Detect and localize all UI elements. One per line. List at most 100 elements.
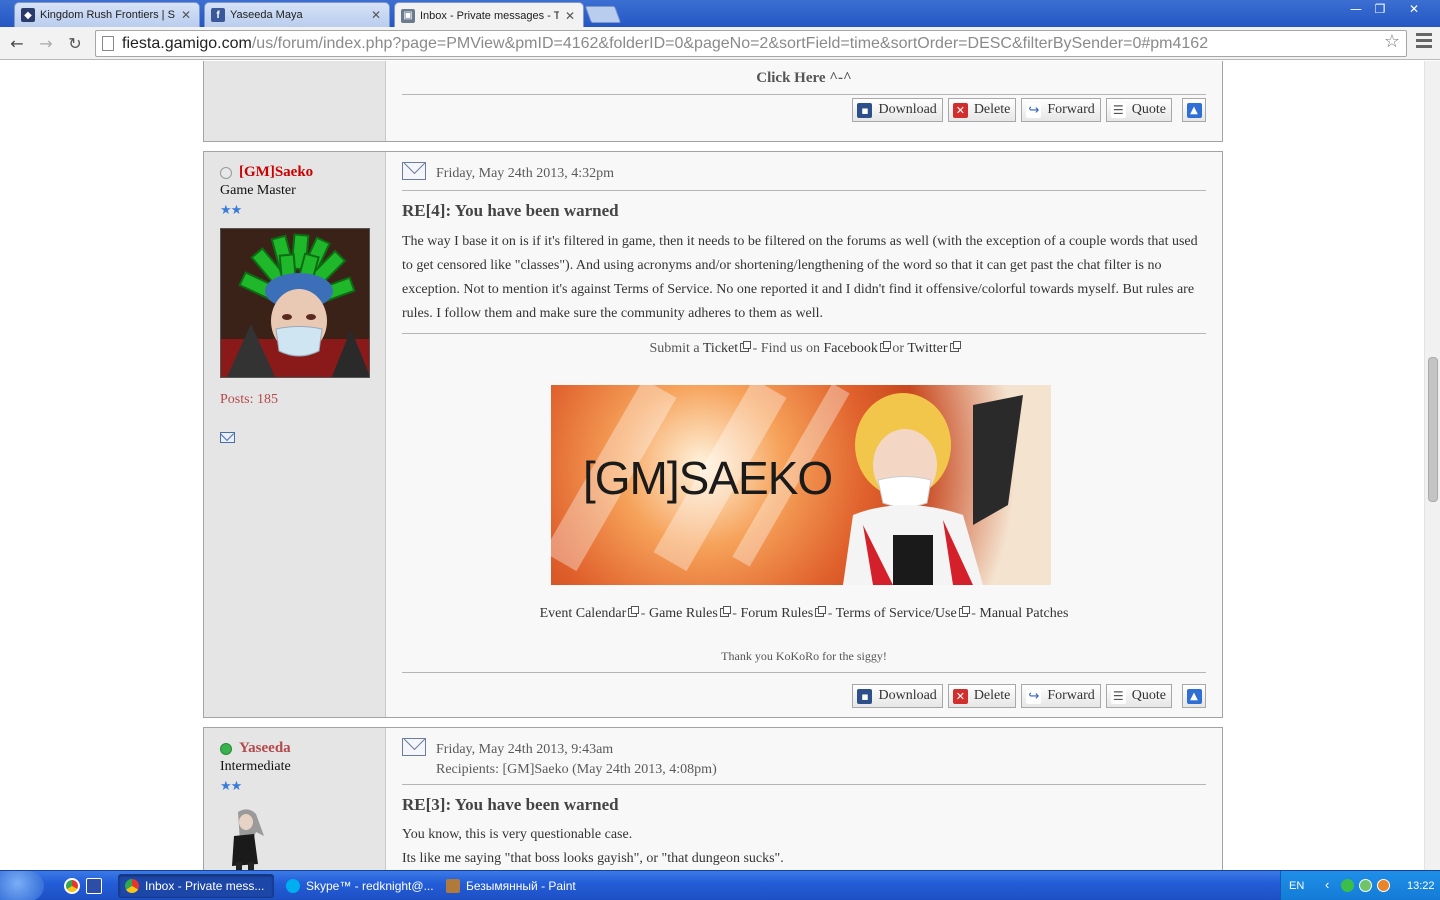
- taskbar-item-chrome[interactable]: Inbox - Private mess...: [118, 874, 274, 898]
- reload-icon[interactable]: ↻: [64, 32, 86, 54]
- send-message-button[interactable]: [220, 430, 369, 448]
- rank-stars-icon: ★★: [220, 203, 242, 218]
- scroll-top-button[interactable]: ▲: [1182, 684, 1206, 708]
- tray-network-icon[interactable]: [1359, 879, 1372, 892]
- close-window-icon[interactable]: ✕: [1402, 0, 1426, 18]
- windows-taskbar: Inbox - Private mess... Skype™ - redknig…: [0, 870, 1440, 900]
- author-rank: Game Master: [220, 183, 296, 198]
- arrow-up-icon: ▲: [1186, 102, 1202, 118]
- post-yaseeda: Yaseeda Intermediate ★★ Friday, May 24th…: [203, 727, 1223, 870]
- terms-of-service-link[interactable]: Terms of Service/Use: [836, 606, 957, 621]
- avatar: [220, 806, 270, 870]
- chrome-icon: [125, 879, 139, 893]
- tab-kingdom-rush[interactable]: ◆ Kingdom Rush Frontiers | Str ✕: [14, 2, 200, 27]
- forum-icon: ▣: [401, 8, 415, 23]
- post-sidebar: [GM]Saeko Game Master ★★ Posts: 185: [204, 152, 386, 717]
- message-envelope-icon: [402, 162, 426, 180]
- download-button[interactable]: ▪ Download: [852, 684, 943, 708]
- tab-title: Yaseeda Maya: [230, 9, 303, 21]
- post-sidebar: [204, 61, 386, 141]
- page-scrollbar[interactable]: [1424, 61, 1440, 870]
- menu-icon[interactable]: [1416, 33, 1432, 51]
- signature-divider: [402, 333, 1206, 334]
- ticket-link[interactable]: Ticket: [703, 341, 738, 356]
- click-here-link[interactable]: Click Here ^-^: [402, 61, 1206, 87]
- external-link-icon: [958, 606, 970, 617]
- close-icon[interactable]: ✕: [563, 9, 577, 23]
- taskbar-item-skype[interactable]: Skype™ - redknight@...: [280, 874, 436, 898]
- game-rules-link[interactable]: Game Rules: [649, 606, 718, 621]
- forward-button[interactable]: ↪ Forward: [1021, 684, 1101, 708]
- start-button[interactable]: [0, 871, 44, 900]
- system-tray: EN ‹ 13:22: [1280, 871, 1440, 900]
- delete-label: Delete: [973, 688, 1011, 703]
- post-subject: RE[4]: You have been warned: [402, 201, 619, 220]
- restore-icon[interactable]: ❐: [1368, 0, 1392, 18]
- desktop-quicklaunch-icon[interactable]: [86, 878, 102, 894]
- signature-links: Event Calendar - Game Rules - Forum Rule…: [539, 606, 1069, 621]
- avatar-image: [232, 809, 264, 870]
- external-link-icon: [628, 606, 640, 617]
- quote-button[interactable]: ☰ Quote: [1105, 98, 1172, 122]
- post-recipients: Recipients: [GM]Saeko (May 24th 2013, 4:…: [436, 762, 717, 777]
- avatar-image: [221, 229, 369, 377]
- tray-status-icon[interactable]: [1341, 879, 1354, 892]
- close-icon[interactable]: ✕: [179, 8, 193, 22]
- twitter-link[interactable]: Twitter: [907, 341, 947, 356]
- arrow-up-icon: ▲: [1186, 688, 1202, 704]
- tray-app-icon[interactable]: [1377, 879, 1390, 892]
- post-content: Click Here ^-^ ▪ Download ✕ Delete ↪ Forwar…: [386, 61, 1222, 141]
- back-icon[interactable]: ←: [6, 32, 28, 54]
- chevron-left-icon[interactable]: ‹: [1325, 877, 1329, 892]
- author-name-text: [GM]Saeko: [239, 164, 314, 180]
- forward-label: Forward: [1047, 102, 1095, 117]
- post-date: Friday, May 24th 2013, 9:43am: [436, 742, 614, 757]
- divider: [402, 784, 1206, 785]
- quote-button[interactable]: ☰ Quote: [1105, 684, 1172, 708]
- author-name[interactable]: Yaseeda: [220, 740, 369, 757]
- save-icon: ▪: [857, 688, 873, 704]
- post-actions: ▪ Download ✕ Delete ↪ Forward ☰ Quote ▲: [852, 98, 1206, 122]
- address-bar[interactable]: fiesta.gamigo.com /us/forum/index.php?pa…: [95, 30, 1407, 57]
- language-indicator[interactable]: EN: [1289, 880, 1304, 892]
- scroll-top-button[interactable]: ▲: [1182, 98, 1206, 122]
- minimize-icon[interactable]: —: [1344, 0, 1368, 18]
- post-previous: Click Here ^-^ ▪ Download ✕ Delete ↪ Forwar…: [203, 61, 1223, 142]
- download-label: Download: [878, 688, 937, 703]
- find-us-text: - Find us on: [749, 341, 824, 356]
- new-tab-button[interactable]: [584, 6, 622, 23]
- post-subject: RE[3]: You have been warned: [402, 795, 619, 814]
- event-calendar-link[interactable]: Event Calendar: [540, 606, 627, 621]
- banner-character: [843, 393, 1023, 585]
- divider: [402, 672, 1206, 673]
- message-envelope-icon: [402, 738, 426, 756]
- envelope-icon: [220, 432, 235, 443]
- taskbar-item-label: Inbox - Private mess...: [145, 879, 265, 893]
- avatar: [220, 228, 370, 378]
- post-content: Friday, May 24th 2013, 9:43am Recipients…: [386, 728, 1222, 870]
- forward-nav-icon[interactable]: →: [35, 32, 57, 54]
- scrollbar-thumb[interactable]: [1428, 357, 1438, 502]
- delete-button[interactable]: ✕ Delete: [947, 684, 1017, 708]
- forward-button[interactable]: ↪ Forward: [1021, 98, 1101, 122]
- taskbar-item-paint[interactable]: Безымянный - Paint: [440, 874, 596, 898]
- delete-button[interactable]: ✕ Delete: [947, 98, 1017, 122]
- forward-arrow-icon: ↪: [1026, 102, 1042, 118]
- download-button[interactable]: ▪ Download: [852, 98, 943, 122]
- bookmark-star-icon[interactable]: ☆: [1384, 31, 1400, 52]
- forum-rules-link[interactable]: Forum Rules: [740, 606, 813, 621]
- facebook-link[interactable]: Facebook: [823, 341, 877, 356]
- author-name[interactable]: [GM]Saeko: [220, 164, 369, 181]
- post-body-line: Its like me saying "that boss looks gayi…: [402, 851, 784, 866]
- shield-icon: ◆: [21, 8, 35, 22]
- close-icon[interactable]: ✕: [369, 8, 383, 22]
- divider: [402, 94, 1206, 95]
- url-host: fiesta.gamigo.com: [122, 34, 252, 52]
- banner-text: [GM]SAEKO: [583, 452, 833, 504]
- tab-inbox[interactable]: ▣ Inbox - Private messages - T ✕: [394, 2, 584, 28]
- post-actions: ▪ Download ✕ Delete ↪ Forward ☰ Quote ▲: [852, 684, 1206, 708]
- chrome-quicklaunch-icon[interactable]: [64, 878, 80, 894]
- browser-tab-bar: ◆ Kingdom Rush Frontiers | Str ✕ f Yasee…: [0, 0, 1440, 28]
- tab-yaseeda-maya[interactable]: f Yaseeda Maya ✕: [204, 2, 390, 27]
- manual-patches-link[interactable]: Manual Patches: [979, 606, 1068, 621]
